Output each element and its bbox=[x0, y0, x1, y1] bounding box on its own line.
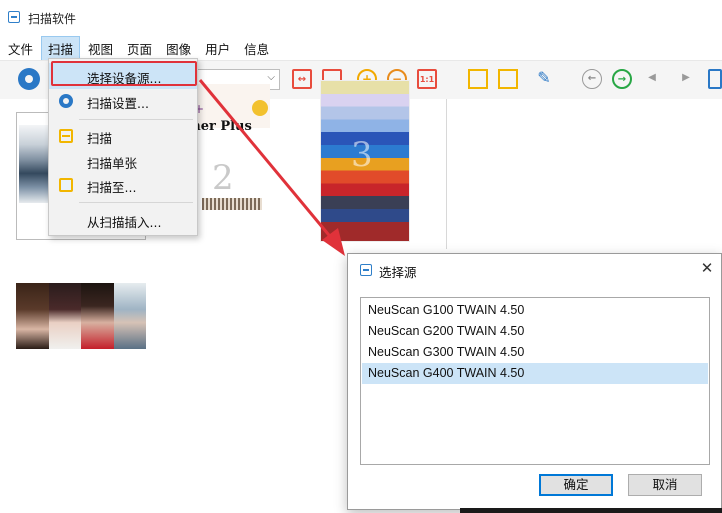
menu-page[interactable]: 页面 bbox=[121, 37, 158, 60]
source-name: NeuScan G100 TWAIN 4.50 bbox=[368, 303, 525, 317]
portrait-image bbox=[113, 283, 146, 349]
list-item[interactable]: NeuScan G100 TWAIN 4.50 bbox=[362, 300, 708, 321]
menu-view[interactable]: 视图 bbox=[82, 37, 119, 60]
next-page-icon[interactable]: ▶ bbox=[676, 69, 696, 89]
menu-bar: 文件 扫描 视图 页面 图像 用户 信息 bbox=[0, 35, 722, 61]
prev-circle-icon[interactable]: ← bbox=[582, 69, 602, 89]
menu-item-scan-settings[interactable]: 扫描设置... bbox=[49, 88, 197, 114]
page-number-watermark: 3 bbox=[351, 135, 373, 175]
menu-item-scan[interactable]: 扫描 bbox=[49, 123, 197, 149]
scan-to-icon bbox=[59, 178, 73, 192]
badge-icon bbox=[252, 100, 268, 116]
portrait-image bbox=[16, 283, 49, 349]
page-number-watermark: 2 bbox=[212, 158, 234, 198]
next-circle-icon[interactable]: → bbox=[612, 69, 632, 89]
menu-item-scan-to[interactable]: 扫描至... bbox=[49, 172, 197, 198]
portrait-image bbox=[48, 283, 81, 349]
cancel-button[interactable]: 取消 bbox=[628, 474, 702, 496]
highlight-box bbox=[51, 61, 197, 86]
source-name: NeuScan G200 TWAIN 4.50 bbox=[368, 324, 525, 338]
list-item[interactable]: NeuScan G300 TWAIN 4.50 bbox=[362, 342, 708, 363]
list-item-selected[interactable]: NeuScan G400 TWAIN 4.50 bbox=[362, 363, 708, 384]
menu-item-label: 扫描设置... bbox=[87, 96, 149, 111]
prev-page-icon[interactable]: ◀ bbox=[642, 69, 662, 89]
scan-icon bbox=[59, 129, 73, 143]
rotate-left-icon[interactable] bbox=[468, 69, 488, 89]
app-icon bbox=[360, 264, 372, 276]
title-bar: 扫描软件 bbox=[0, 0, 722, 34]
edit-icon[interactable]: ✎ bbox=[534, 69, 554, 89]
menu-item-insert-from-scan[interactable]: 从扫描插入... bbox=[49, 207, 197, 233]
menu-item-label: 扫描至... bbox=[87, 180, 137, 195]
background-strip bbox=[460, 508, 722, 513]
menu-item-label: 扫描 bbox=[87, 131, 113, 146]
source-list[interactable]: NeuScan G100 TWAIN 4.50 NeuScan G200 TWA… bbox=[360, 297, 710, 465]
actual-size-icon[interactable]: 1:1 bbox=[417, 69, 437, 89]
source-name: NeuScan G300 TWAIN 4.50 bbox=[368, 345, 525, 359]
select-source-dialog: 选择源 ✕ NeuScan G100 TWAIN 4.50 NeuScan G2… bbox=[347, 253, 722, 510]
portrait-image bbox=[81, 283, 114, 349]
menu-info[interactable]: 信息 bbox=[238, 37, 275, 60]
app-title: 扫描软件 bbox=[28, 12, 77, 26]
menu-item-scan-single[interactable]: 扫描单张 bbox=[49, 148, 197, 174]
menu-image[interactable]: 图像 bbox=[160, 37, 197, 60]
menu-user[interactable]: 用户 bbox=[199, 37, 236, 60]
dialog-title: 选择源 bbox=[379, 265, 417, 280]
fit-width-icon[interactable]: ↔ bbox=[292, 69, 312, 89]
thumbnail-page-4[interactable] bbox=[16, 283, 146, 349]
ok-button[interactable]: 确定 bbox=[539, 474, 613, 496]
pane-divider bbox=[446, 99, 447, 249]
menu-file[interactable]: 文件 bbox=[2, 37, 39, 60]
menu-scan[interactable]: 扫描 bbox=[41, 35, 81, 61]
source-name: NeuScan G400 TWAIN 4.50 bbox=[368, 366, 525, 380]
menu-item-label: 扫描单张 bbox=[87, 156, 138, 171]
menu-separator bbox=[79, 119, 193, 120]
book-illustration bbox=[202, 198, 262, 210]
list-item[interactable]: NeuScan G200 TWAIN 4.50 bbox=[362, 321, 708, 342]
rotate-right-icon[interactable] bbox=[498, 69, 518, 89]
close-icon[interactable]: ✕ bbox=[698, 259, 716, 279]
gear-icon[interactable] bbox=[18, 68, 40, 90]
dialog-title-bar: 选择源 ✕ bbox=[348, 254, 721, 286]
thumbnail-page-3[interactable]: 3 bbox=[320, 80, 410, 242]
gear-icon bbox=[59, 94, 73, 108]
menu-item-label: 从扫描插入... bbox=[87, 215, 162, 230]
export-icon[interactable] bbox=[708, 69, 722, 89]
chevron-down-icon: ⌵ bbox=[267, 72, 275, 83]
app-icon bbox=[8, 11, 20, 23]
menu-separator bbox=[79, 202, 193, 203]
